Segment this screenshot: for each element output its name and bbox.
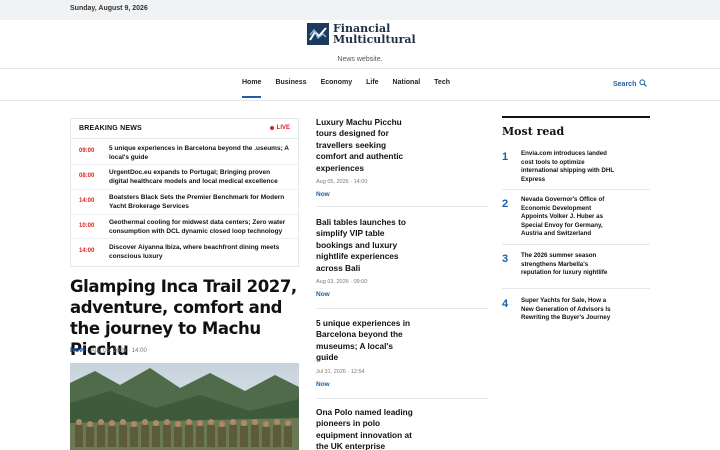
live-dot-icon xyxy=(269,126,274,130)
most-read-rank: 1 xyxy=(502,151,509,163)
story-now-link[interactable]: Now xyxy=(316,191,488,198)
most-read-rank: 4 xyxy=(502,298,509,310)
most-read-bar xyxy=(502,116,650,118)
divider xyxy=(502,244,650,245)
feature-image[interactable] xyxy=(70,363,299,450)
logo-chart-icon xyxy=(307,23,329,45)
site-logo[interactable]: Financial Multicultural xyxy=(307,22,416,46)
nav-item-home[interactable]: Home xyxy=(242,79,262,98)
breaking-news-text: UrgentDoc.eu expands to Portugal; Bringi… xyxy=(109,169,278,185)
search-button[interactable]: Search xyxy=(613,79,648,89)
most-read-text[interactable]: Super Yachts for Sale, How a New Generat… xyxy=(521,297,617,323)
most-read-text[interactable]: The 2026 summer season strengthens Marbe… xyxy=(521,252,617,278)
most-read-title: Most read xyxy=(502,125,565,138)
nav-item-tech[interactable]: Tech xyxy=(434,79,450,86)
breaking-news-time: 08:00 xyxy=(79,173,95,179)
feature-meta: Now Aug 05, 2026 · 14:00 xyxy=(70,347,147,354)
logo-line-2: Multicultural xyxy=(333,33,416,46)
search-icon xyxy=(639,79,648,89)
divider xyxy=(316,398,488,399)
breaking-news-item[interactable]: 09:00 5 unique experiences in Barcelona … xyxy=(71,140,300,165)
most-read-text[interactable]: Nevada Governor's Office of Economic Dev… xyxy=(521,196,617,239)
story-now-link[interactable]: Now xyxy=(316,381,488,388)
story-now-link[interactable]: Now xyxy=(316,291,488,298)
breaking-news-text: Discover Aiyanna Ibiza, where beachfront… xyxy=(109,244,280,260)
divider xyxy=(0,68,720,69)
divider xyxy=(0,100,720,101)
breaking-news-time: 10:00 xyxy=(79,223,95,229)
live-badge: LIVE xyxy=(269,125,290,131)
breaking-news-panel: BREAKING NEWS LIVE 09:00 5 unique experi… xyxy=(70,118,300,267)
breaking-news-item[interactable]: 10:00 Geothermal cooling for midwest dat… xyxy=(71,215,300,239)
story-date: Jul 31, 2026 · 12:54 xyxy=(316,368,365,375)
nav-item-business[interactable]: Business xyxy=(275,79,306,86)
most-read-item[interactable]: 1 Envia.com introduces landed cost tools… xyxy=(502,149,650,189)
divider xyxy=(316,206,488,207)
story-headline[interactable]: Bali tables launches to simplify VIP tab… xyxy=(316,217,416,274)
nav-item-life[interactable]: Life xyxy=(366,79,378,86)
story-item[interactable]: Ona Polo named leading pioneers in polo … xyxy=(316,407,488,450)
most-read-rank: 3 xyxy=(502,253,509,265)
breaking-news-text: Boatsters Black Sets the Premier Benchma… xyxy=(109,194,285,210)
story-date: Aug 05, 2026 · 14:00 xyxy=(316,179,368,186)
nav-item-national[interactable]: National xyxy=(393,79,421,86)
story-item[interactable]: Bali tables launches to simplify VIP tab… xyxy=(316,217,488,298)
feature-date: Aug 05, 2026 · 14:00 xyxy=(90,347,147,354)
feature-now-link[interactable]: Now xyxy=(70,347,85,354)
logo-wordmark: Financial Multicultural xyxy=(333,23,416,45)
most-read-item[interactable]: 3 The 2026 summer season strengthens Mar… xyxy=(502,251,650,287)
breaking-news-time: 09:00 xyxy=(79,148,95,154)
divider xyxy=(502,288,650,289)
story-headline[interactable]: Ona Polo named leading pioneers in polo … xyxy=(316,407,416,450)
nav-item-economy[interactable]: Economy xyxy=(321,79,353,86)
story-item[interactable]: Luxury Machu Picchu tours designed for t… xyxy=(316,117,488,198)
divider xyxy=(502,189,650,190)
story-headline[interactable]: Luxury Machu Picchu tours designed for t… xyxy=(316,117,416,174)
divider xyxy=(316,308,488,309)
most-read-item[interactable]: 4 Super Yachts for Sale, How a New Gener… xyxy=(502,296,650,332)
top-bar: Sunday, August 9, 2026 xyxy=(0,0,720,20)
breaking-news-text: Geothermal cooling for midwest data cent… xyxy=(109,219,286,235)
breaking-news-title: BREAKING NEWS xyxy=(79,125,142,132)
live-label: LIVE xyxy=(276,125,290,131)
breaking-news-item[interactable]: 14:00 Boatsters Black Sets the Premier B… xyxy=(71,190,300,215)
breaking-news-time: 14:00 xyxy=(79,248,95,254)
most-read-rank: 2 xyxy=(502,198,509,210)
story-item[interactable]: 5 unique experiences in Barcelona beyond… xyxy=(316,318,488,388)
most-read-text[interactable]: Envia.com introduces landed cost tools t… xyxy=(521,150,617,184)
story-headline[interactable]: 5 unique experiences in Barcelona beyond… xyxy=(316,318,416,364)
most-read-item[interactable]: 2 Nevada Governor's Office of Economic D… xyxy=(502,196,650,244)
search-label: Search xyxy=(613,80,637,88)
breaking-news-item[interactable]: 14:00 Discover Aiyanna Ibiza, where beac… xyxy=(71,239,300,265)
breaking-news-header: BREAKING NEWS LIVE xyxy=(71,119,298,139)
breaking-news-text: 5 unique experiences in Barcelona beyond… xyxy=(109,145,289,161)
main-nav: Home Business Economy Life National Tech xyxy=(242,79,464,98)
breaking-news-time: 14:00 xyxy=(79,198,95,204)
story-date: Aug 03, 2026 · 09:00 xyxy=(316,279,368,286)
breaking-news-item[interactable]: 08:00 UrgentDoc.eu expands to Portugal; … xyxy=(71,165,300,190)
site-tagline: News website. xyxy=(337,56,383,63)
current-date: Sunday, August 9, 2026 xyxy=(70,5,148,12)
